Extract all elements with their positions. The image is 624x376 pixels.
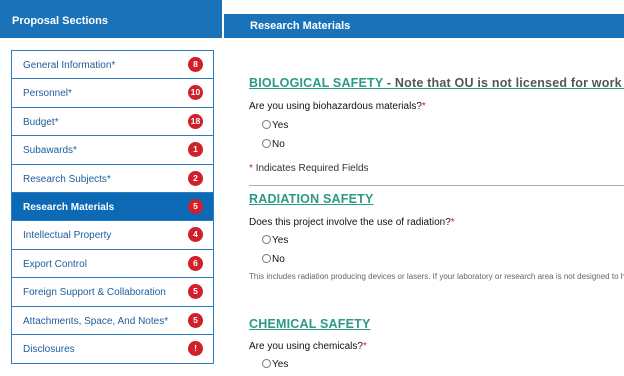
- sidebar-item-general-information[interactable]: General Information* 8: [12, 51, 213, 80]
- radiation-help-text: This includes radiation producing device…: [249, 272, 624, 281]
- sidebar-item-budget[interactable]: Budget* 18: [12, 107, 213, 137]
- biological-safety-note: - Note that OU is not licensed for work …: [386, 76, 624, 90]
- sidebar-item-label: Intellectual Property: [23, 230, 112, 242]
- biohazard-yes-radio[interactable]: Yes: [262, 120, 288, 132]
- error-count-badge: 2: [188, 170, 203, 186]
- radio-button-icon: [262, 359, 271, 368]
- sidebar-item-label: Subawards*: [23, 145, 77, 157]
- sidebar-item-attachments[interactable]: Attachments, Space, And Notes* 5: [12, 306, 213, 335]
- sidebar-item-label: Foreign Support & Collaboration: [23, 287, 166, 299]
- radiation-question: Does this project involve the use of rad…: [249, 217, 455, 228]
- sidebar-item-label: Research Subjects*: [23, 173, 111, 185]
- sidebar-item-export-control[interactable]: Export Control 6: [12, 249, 213, 279]
- sidebar-item-label: Personnel*: [23, 88, 72, 100]
- sidebar-item-label: Research Materials: [23, 201, 115, 213]
- panel-title: Research Materials: [224, 14, 624, 38]
- radiation-safety-heading: RADIATION SAFETY: [249, 192, 374, 206]
- error-count-badge: 5: [188, 312, 203, 328]
- sidebar-item-label: Budget*: [23, 116, 59, 128]
- required-asterisk: *: [450, 217, 455, 228]
- research-materials-panel: Research Materials BIOLOGICAL SAFETY - N…: [222, 0, 624, 376]
- sidebar-item-disclosures[interactable]: Disclosures !: [12, 334, 213, 364]
- error-count-badge: 10: [188, 85, 203, 101]
- error-count-badge: 18: [188, 113, 203, 129]
- sidebar-item-label: Disclosures: [23, 343, 75, 355]
- error-count-badge: 5: [188, 198, 203, 214]
- error-count-badge: 8: [188, 57, 203, 72]
- biological-safety-heading: BIOLOGICAL SAFETY - Note that OU is not …: [249, 76, 624, 90]
- radio-button-icon: [262, 235, 271, 244]
- sidebar-item-label: Export Control: [23, 258, 87, 270]
- error-count-badge: 1: [188, 142, 203, 158]
- required-fields-note: * Indicates Required Fields: [249, 163, 369, 174]
- warning-icon: !: [188, 340, 203, 356]
- section-list: General Information* 8 Personnel* 10 Bud…: [11, 50, 214, 365]
- sidebar-item-label: General Information*: [23, 60, 116, 71]
- chemical-question: Are you using chemicals?*: [249, 341, 367, 352]
- chemical-safety-heading: CHEMICAL SAFETY: [249, 317, 371, 331]
- sidebar-item-intellectual-property[interactable]: Intellectual Property 4: [12, 221, 213, 250]
- sidebar-item-research-materials[interactable]: Research Materials 5: [12, 192, 213, 222]
- radiation-no-radio[interactable]: No: [262, 254, 285, 266]
- radio-button-icon: [262, 120, 271, 129]
- error-count-badge: 4: [188, 227, 203, 243]
- proposal-sections-sidebar: Proposal Sections General Information* 8…: [0, 0, 222, 376]
- error-count-badge: 6: [188, 255, 203, 271]
- radio-button-icon: [262, 139, 271, 148]
- section-divider: [249, 185, 624, 186]
- biohazard-no-radio[interactable]: No: [262, 139, 285, 151]
- chemical-yes-radio[interactable]: Yes: [262, 359, 288, 371]
- sidebar-item-foreign-support[interactable]: Foreign Support & Collaboration 5: [12, 278, 213, 307]
- radio-button-icon: [262, 254, 271, 263]
- required-asterisk: *: [421, 101, 426, 112]
- radiation-yes-radio[interactable]: Yes: [262, 235, 288, 247]
- error-count-badge: 5: [188, 284, 203, 300]
- sidebar-title: Proposal Sections: [0, 0, 222, 38]
- biohazard-question: Are you using biohazardous materials?*: [249, 101, 426, 112]
- required-asterisk: *: [362, 341, 367, 352]
- sidebar-item-personnel[interactable]: Personnel* 10: [12, 79, 213, 108]
- biological-safety-title: BIOLOGICAL SAFETY: [249, 76, 384, 90]
- sidebar-item-subawards[interactable]: Subawards* 1: [12, 136, 213, 165]
- sidebar-item-research-subjects[interactable]: Research Subjects* 2: [12, 164, 213, 193]
- sidebar-item-label: Attachments, Space, And Notes*: [23, 315, 169, 327]
